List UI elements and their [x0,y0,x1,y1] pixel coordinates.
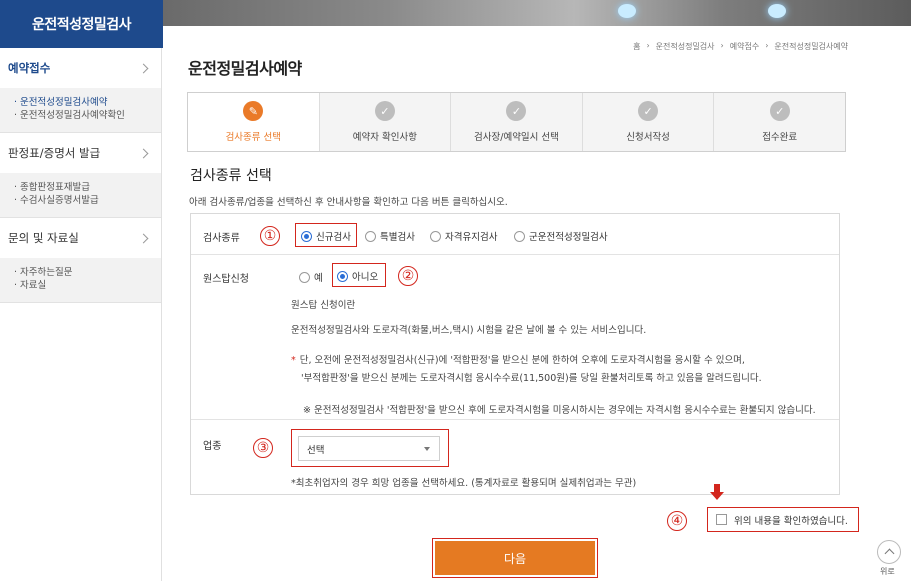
scroll-top-button[interactable] [877,540,901,564]
sidebar-section-certificates: 판정표/증명서 발급 · 종합판정표재발급 · 수검사실증명서발급 [0,133,161,218]
radio-button[interactable] [430,230,441,242]
industry-hint: *최초취업자의 경우 희망 업종을 선택하세요. (통계자료로 활용되며 실제취… [291,478,637,489]
sidebar-item-faq[interactable]: 문의 및 자료실 [0,218,161,258]
onestop-note: '부적합판정'을 받으신 분께는 도로자격시험 응시수수료(11,500원)를 … [301,373,762,384]
sidebar-subitem[interactable]: · 수검사실증명서발급 [14,194,147,207]
chevron-up-icon [884,548,894,559]
intro-text: 아래 검사종류/업종을 선택하신 후 안내사항을 확인하고 다음 버튼 클릭하십… [189,197,508,208]
check-icon: ✓ [506,101,527,121]
breadcrumb-item[interactable]: 홈 [633,41,640,52]
step-label: 접수완료 [762,132,798,143]
step-application: ✓ 신청서작성 [582,93,715,151]
next-button[interactable]: 다음 [435,541,595,575]
onestop-notice: ※ 운전적성정밀검사 '적합판정'을 받으신 후에 도로자격시험을 미응시하시는… [303,405,816,416]
radio-new-exam[interactable]: 신규검사 [301,229,351,243]
radio-button[interactable] [514,230,525,242]
onestop-info-desc: 운전적성정밀검사와 도로자격(화물,버스,택시) 시험을 같은 날에 볼 수 있… [291,325,647,336]
divider [191,419,839,420]
sidebar-submenu: · 운전적성정밀검사예약 · 운전적성정밀검사예약확인 [0,88,161,132]
checkbox[interactable] [716,514,727,525]
exam-type-label: 검사종류 [203,233,240,244]
pencil-icon: ✎ [243,101,264,121]
breadcrumb-item[interactable]: 운전적성정밀검사 [656,41,715,52]
sidebar-item-certificates[interactable]: 판정표/증명서 발급 [0,133,161,173]
radio-onestop-no[interactable]: 아니오 [337,269,378,283]
step-label: 검사종류 선택 [225,132,282,143]
chevron-right-icon [138,63,149,73]
check-icon: ✓ [374,101,395,121]
radio-license-keep-exam[interactable]: 자격유지검사 [430,229,497,243]
arrow-down-icon [710,484,724,502]
annotation-marker-2: ② [398,266,418,286]
chevron-right-icon [138,148,149,158]
banner-image [163,0,911,26]
banner-light-icon [618,4,636,18]
sidebar-subitem[interactable]: · 자주하는질문 [14,266,147,279]
sidebar-item-reservation[interactable]: 예약접수 [0,48,161,88]
step-schedule: ✓ 검사장/예약일시 선택 [451,93,583,151]
confirm-label: 위의 내용을 확인하였습니다. [734,515,848,527]
step-exam-type: ✎ 검사종류 선택 [188,93,320,151]
radio-button[interactable] [337,270,348,282]
divider [191,254,839,255]
scroll-top-label[interactable]: 위로 [880,566,895,577]
step-indicator: ✎ 검사종류 선택 ✓ 예약자 확인사항 ✓ 검사장/예약일시 선택 ✓ 신청서… [187,92,846,152]
sidebar-subitem[interactable]: · 종합판정표재발급 [14,181,147,194]
radio-button[interactable] [301,230,312,242]
step-complete: ✓ 접수완료 [714,93,845,151]
chevron-down-icon [424,447,430,451]
sidebar-section-faq: 문의 및 자료실 · 자주하는질문 · 자료실 [0,218,161,303]
annotation-highlight: 다음 [432,538,598,578]
radio-special-exam[interactable]: 특별검사 [365,229,415,243]
banner-light-icon [768,4,786,18]
annotation-marker-1: ① [260,226,280,246]
step-label: 검사장/예약일시 선택 [474,132,559,143]
sidebar-subitem[interactable]: · 운전적성정밀검사예약 [14,96,147,109]
breadcrumb: 홈 › 운전적성정밀검사 › 예약접수 › 운전적성정밀검사예약 [633,41,848,52]
sidebar-subitem[interactable]: · 자료실 [14,279,147,292]
section-title: 검사종류 선택 [190,168,272,184]
breadcrumb-item[interactable]: 예약접수 [730,41,759,52]
sidebar-submenu: · 종합판정표재발급 · 수검사실증명서발급 [0,173,161,217]
step-confirm: ✓ 예약자 확인사항 [319,93,452,151]
breadcrumb-item: 운전적성정밀검사예약 [774,42,848,51]
check-icon: ✓ [769,101,790,121]
radio-button[interactable] [365,230,376,242]
sidebar-section-reservation: 예약접수 · 운전적성정밀검사예약 · 운전적성정밀검사예약확인 [0,48,161,133]
onestop-info-title: 원스탑 신청이란 [291,300,356,311]
onestop-label: 원스탑신청 [203,274,249,285]
industry-select[interactable]: 선택 [298,436,440,461]
step-label: 예약자 확인사항 [352,132,417,143]
onestop-note: 단, 오전에 운전적성정밀검사(신규)에 '적합판정'을 받으신 분에 한하여 … [291,352,745,366]
confirm-checkbox[interactable]: 위의 내용을 확인하였습니다. [707,507,859,532]
radio-button[interactable] [299,271,310,283]
check-icon: ✓ [638,101,659,121]
step-label: 신청서작성 [626,132,670,143]
chevron-right-icon [138,233,149,243]
sidebar-submenu: · 자주하는질문 · 자료실 [0,258,161,302]
annotation-marker-4: ④ [667,511,687,531]
radio-onestop-yes[interactable]: 예 [299,270,323,284]
page-title: 운전정밀검사예약 [188,59,302,78]
annotation-marker-3: ③ [253,438,273,458]
industry-label: 업종 [203,441,222,452]
brand-title[interactable]: 운전적성정밀검사 [0,0,163,48]
sidebar-subitem[interactable]: · 운전적성정밀검사예약확인 [14,109,147,122]
radio-military-exam[interactable]: 군운전적성정밀검사 [514,229,608,243]
sidebar: 예약접수 · 운전적성정밀검사예약 · 운전적성정밀검사예약확인 판정표/증명서… [0,48,162,581]
